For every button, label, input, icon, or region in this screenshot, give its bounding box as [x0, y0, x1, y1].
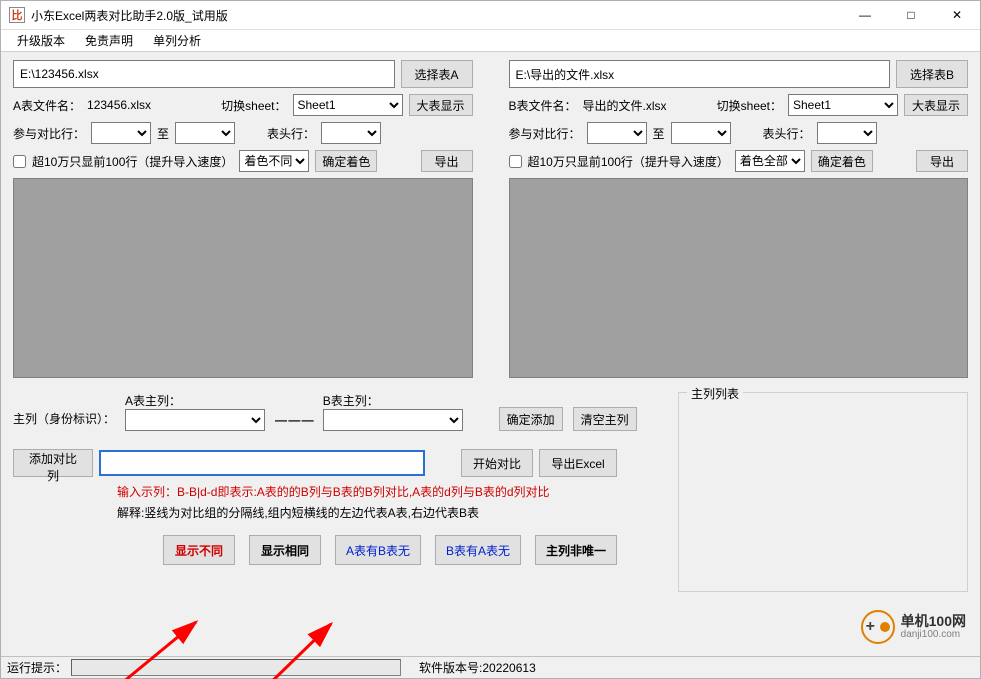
- watermark-logo-icon: [861, 610, 895, 644]
- over10w-label-b: 超10万只显前100行（提升导入速度）: [528, 153, 729, 170]
- clear-key-button[interactable]: 清空主列: [573, 407, 637, 431]
- hint-red: 输入示列：B-B|d-d即表示:A表的的B列与B表的B列对比,A表的d列与B表的…: [117, 483, 658, 500]
- menu-upgrade[interactable]: 升级版本: [7, 30, 75, 51]
- run-hint-label: 运行提示：: [7, 659, 67, 676]
- switch-sheet-label-b: 切换sheet：: [717, 97, 782, 114]
- main-key-label: 主列（身份标识）：: [13, 410, 115, 431]
- watermark: 单机100网 danji100.com: [861, 610, 966, 644]
- header-row-label-b: 表头行：: [763, 125, 811, 142]
- preview-area-a: [13, 178, 473, 378]
- over10w-checkbox-b[interactable]: [509, 155, 522, 168]
- confirm-add-key-button[interactable]: 确定添加: [499, 407, 563, 431]
- menu-disclaimer[interactable]: 免责声明: [75, 30, 143, 51]
- select-table-a-button[interactable]: 选择表A: [401, 60, 473, 88]
- dash-separator: — — —: [275, 413, 313, 431]
- b-key-label: B表主列：: [323, 392, 463, 409]
- to-label-b: 至: [653, 125, 665, 142]
- key-list-groupbox: 主列列表: [678, 392, 968, 592]
- a-key-label: A表主列：: [125, 392, 265, 409]
- start-compare-button[interactable]: 开始对比: [461, 449, 533, 477]
- preview-area-b: [509, 178, 969, 378]
- file-name-a: 123456.xlsx: [87, 98, 151, 112]
- window-title: 小东Excel两表对比助手2.0版_试用版: [31, 7, 842, 24]
- not-unique-button[interactable]: 主列非唯一: [535, 535, 617, 565]
- over10w-checkbox-a[interactable]: [13, 155, 26, 168]
- add-compare-col-button[interactable]: 添加对比列: [13, 449, 93, 477]
- sheet-select-b[interactable]: Sheet1: [788, 94, 898, 116]
- version-value: 20220613: [482, 661, 535, 675]
- file-label-a: A表文件名：: [13, 97, 81, 114]
- compare-row-to-a[interactable]: [175, 122, 235, 144]
- compare-row-from-b[interactable]: [587, 122, 647, 144]
- sheet-select-a[interactable]: Sheet1: [293, 94, 403, 116]
- close-button[interactable]: ✕: [934, 1, 980, 30]
- confirm-color-a-button[interactable]: 确定着色: [315, 150, 377, 172]
- maximize-button[interactable]: □: [888, 1, 934, 30]
- color-mode-select-b[interactable]: 着色全部: [735, 150, 805, 172]
- compare-row-to-b[interactable]: [671, 122, 731, 144]
- show-same-button[interactable]: 显示相同: [249, 535, 321, 565]
- file-name-b: 导出的文件.xlsx: [583, 97, 667, 114]
- switch-sheet-label-a: 切换sheet：: [221, 97, 286, 114]
- confirm-color-b-button[interactable]: 确定着色: [811, 150, 873, 172]
- path-input-a[interactable]: [13, 60, 395, 88]
- show-diff-button[interactable]: 显示不同: [163, 535, 235, 565]
- header-row-select-b[interactable]: [817, 122, 877, 144]
- key-list-title: 主列列表: [687, 385, 743, 402]
- compare-row-label-a: 参与对比行：: [13, 125, 85, 142]
- big-display-b-button[interactable]: 大表显示: [904, 94, 968, 116]
- file-label-b: B表文件名：: [509, 97, 577, 114]
- compare-col-input[interactable]: [99, 450, 425, 476]
- export-b-button[interactable]: 导出: [916, 150, 968, 172]
- version-label: 软件版本号:: [419, 661, 482, 675]
- compare-row-label-b: 参与对比行：: [509, 125, 581, 142]
- header-row-label-a: 表头行：: [267, 125, 315, 142]
- run-hint-box: [71, 659, 401, 676]
- select-table-b-button[interactable]: 选择表B: [896, 60, 968, 88]
- b-key-select[interactable]: [323, 409, 463, 431]
- big-display-a-button[interactable]: 大表显示: [409, 94, 473, 116]
- watermark-cn: 单机100网: [901, 614, 966, 629]
- export-excel-button[interactable]: 导出Excel: [539, 449, 617, 477]
- a-has-b-no-button[interactable]: A表有B表无: [335, 535, 421, 565]
- to-label-a: 至: [157, 125, 169, 142]
- a-key-select[interactable]: [125, 409, 265, 431]
- watermark-en: danji100.com: [901, 629, 966, 640]
- export-a-button[interactable]: 导出: [421, 150, 473, 172]
- over10w-label-a: 超10万只显前100行（提升导入速度）: [32, 153, 233, 170]
- header-row-select-a[interactable]: [321, 122, 381, 144]
- menu-single-column[interactable]: 单列分析: [143, 30, 211, 51]
- hint-black: 解释:竖线为对比组的分隔线,组内短横线的左边代表A表,右边代表B表: [117, 504, 658, 521]
- color-mode-select-a[interactable]: 着色不同: [239, 150, 309, 172]
- path-input-b[interactable]: [509, 60, 891, 88]
- compare-row-from-a[interactable]: [91, 122, 151, 144]
- b-has-a-no-button[interactable]: B表有A表无: [435, 535, 521, 565]
- minimize-button[interactable]: —: [842, 1, 888, 30]
- app-icon: 比: [9, 7, 25, 23]
